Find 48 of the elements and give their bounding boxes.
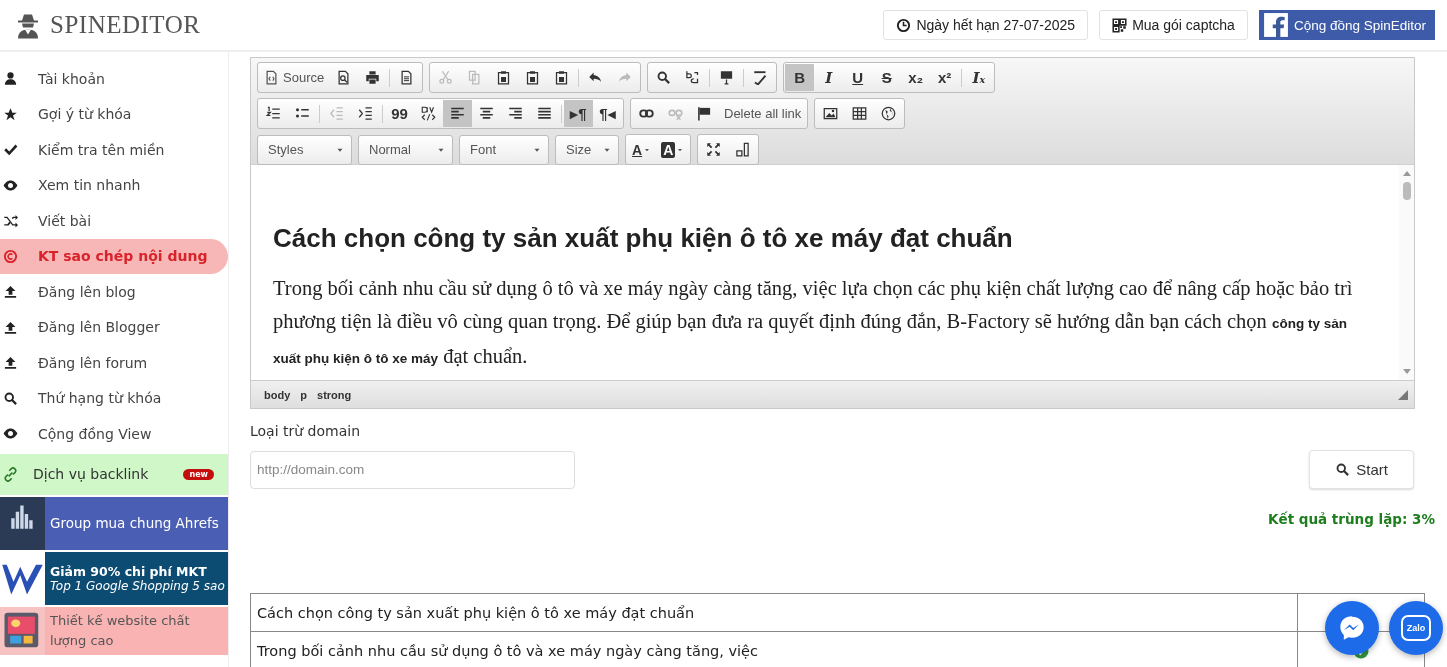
dropdown[interactable]: Font xyxy=(459,134,549,165)
toolbar-button[interactable]: Delete all link xyxy=(719,100,807,127)
dropdown[interactable]: Size xyxy=(555,134,619,165)
logo-text: SPINEDITOR xyxy=(50,11,201,39)
toolbar-button[interactable]: x² xyxy=(930,64,960,91)
zalo-button[interactable]: Zalo xyxy=(1389,601,1443,655)
toolbar-button[interactable]: A xyxy=(656,136,690,163)
sidebar-item[interactable]: Đăng lên blog xyxy=(0,274,228,310)
table-cell: Cách chọn công ty sản xuất phụ kiện ô tô xe máy đạt chuẩn xyxy=(251,594,1298,631)
sidebar-item[interactable]: Cộng đồng View xyxy=(0,416,228,452)
sidebar-item[interactable]: Dịch vụ backlink new xyxy=(0,453,228,495)
sidebar-item[interactable]: Viết bài xyxy=(0,203,228,239)
field-label: Loại trừ domain xyxy=(250,423,362,439)
header-button[interactable]: Mua gói captcha xyxy=(1099,10,1248,40)
toolbar-button[interactable]: I xyxy=(814,64,844,91)
toolbar-button[interactable]: Iₓ xyxy=(964,64,994,91)
element-path-link[interactable]: body xyxy=(264,388,291,401)
toolbar-button[interactable]: B xyxy=(785,64,815,91)
dropdown[interactable]: Styles xyxy=(257,134,352,165)
element-path-link[interactable]: p xyxy=(300,388,307,401)
toolbar-button[interactable]: x₂ xyxy=(901,64,931,91)
toolbar-button[interactable]: U xyxy=(843,64,873,91)
sidebar-item[interactable]: Gợi ý từ khóa xyxy=(0,96,228,132)
toolbar-button[interactable]: ¶◂ xyxy=(593,100,622,127)
start-button[interactable]: Start xyxy=(1309,450,1414,489)
sidebar-item[interactable]: Thứ hạng từ khóa xyxy=(0,380,228,416)
article-paragraph: Trong bối cảnh nhu cầu sử dụng ô tô và xe máy ngày càng tăng, việc lựa chọn các phụ kiện chất lượng cao để nâng cấp hoặc bảo trì phương tiện là điều vô cùng quan trọng. Để giúp bạn đưa ra quyết định đúng đắn, B-Factory sẽ hướng dẫn bạn cách chọn công ty sản xuất phụ kiện ô tô xe máy đạt chuẩn. xyxy=(273,276,1354,369)
community-button[interactable]: Cộng đồng SpinEditor xyxy=(1258,10,1435,40)
element-path-link[interactable]: strong xyxy=(317,388,352,401)
duplicate-result: Kết quả trùng lặp: 3% xyxy=(1268,511,1435,527)
sidebar-item[interactable]: Xem tin nhanh xyxy=(0,167,228,203)
promo-subtitle: Top 1 Google Shopping 5 sao xyxy=(50,578,225,593)
sidebar-item[interactable]: Đăng lên Blogger xyxy=(0,309,228,345)
source-button[interactable]: Source xyxy=(259,64,330,91)
header-button[interactable]: Ngày hết hạn 27-07-2025 xyxy=(883,10,1089,40)
table-cell: Trong bối cảnh nhu cầu sử dụng ô tô và xe máy ngày càng tăng, việc xyxy=(251,632,1298,667)
domain-input-field[interactable]: http://domain.com xyxy=(250,450,575,489)
toolbar-button[interactable]: A xyxy=(627,136,657,163)
promo-link[interactable]: Giảm 90% chi phí MKT xyxy=(50,563,225,579)
dropdown[interactable]: Normal xyxy=(358,134,453,165)
sidebar-item[interactable]: Kiểm tra tên miền xyxy=(0,132,228,168)
toolbar-button[interactable]: 99 xyxy=(385,100,414,127)
toolbar-button[interactable]: ▸¶ xyxy=(564,100,593,127)
new-badge: new xyxy=(183,468,214,480)
sidebar-item[interactable]: Tài khoản xyxy=(0,61,228,97)
article-heading: Cách chọn công ty sản xuất phụ kiện ô tô xe máy đạt chuẩn xyxy=(273,223,1014,254)
sidebar-item[interactable]: Đăng lên forum xyxy=(0,345,228,381)
toolbar-button[interactable]: S xyxy=(872,64,902,91)
